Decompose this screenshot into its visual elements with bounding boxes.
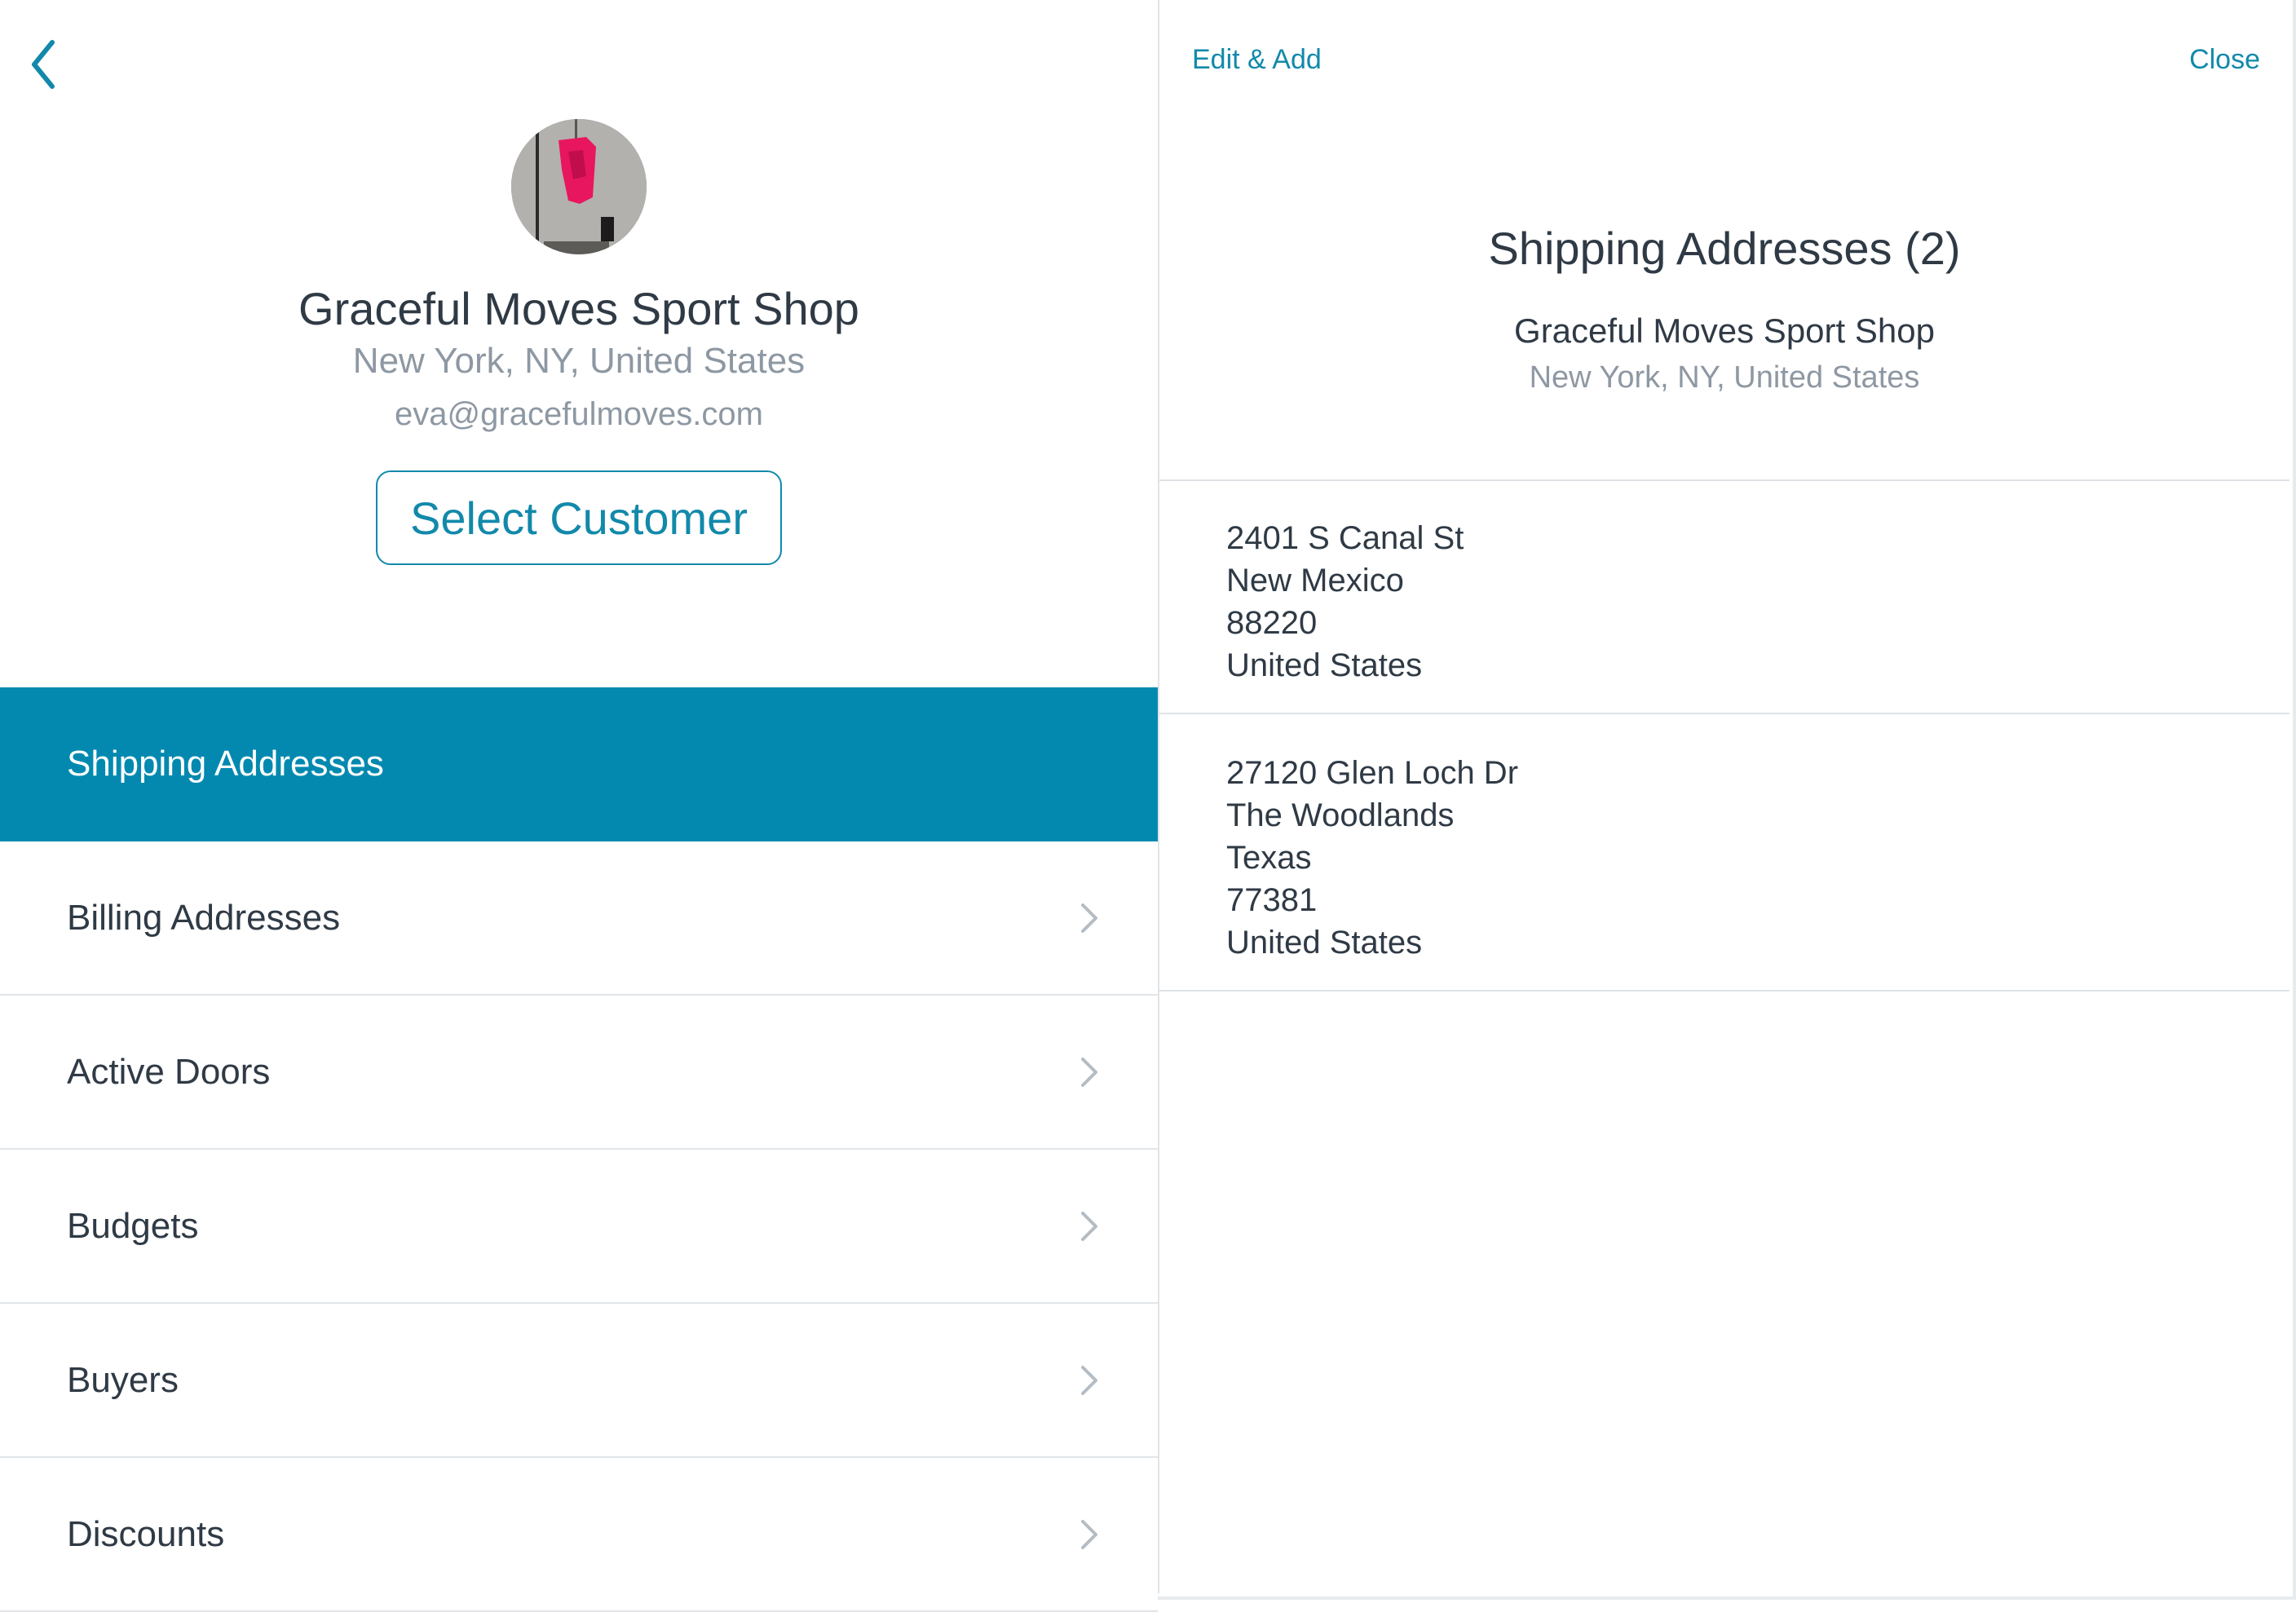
address-item[interactable]: 27120 Glen Loch Dr The Woodlands Texas 7… xyxy=(1159,716,2289,991)
customer-menu: Shipping Addresses Billing Addresses Act… xyxy=(0,687,1158,1612)
address-line: United States xyxy=(1226,925,1423,961)
customer-location: New York, NY, United States xyxy=(352,341,806,381)
pane-title: Shipping Addresses (2) xyxy=(1488,223,1961,274)
edit-add-button[interactable]: Edit & Add xyxy=(1192,44,1322,76)
chevron-right-icon xyxy=(1081,1058,1097,1087)
menu-item-discounts[interactable]: Discounts xyxy=(0,1458,1158,1612)
address-line: United States xyxy=(1226,647,1423,683)
chevron-right-icon xyxy=(1081,1212,1097,1241)
address-line: 2401 S Canal St xyxy=(1226,520,1464,556)
address-line: 27120 Glen Loch Dr xyxy=(1226,755,1519,791)
menu-item-budgets[interactable]: Budgets xyxy=(0,1150,1158,1304)
shipping-addresses-pane: Edit & Add Close Shipping Addresses (2) … xyxy=(1159,0,2289,1593)
menu-item-label: Buyers xyxy=(67,1360,179,1400)
menu-item-shipping-addresses[interactable]: Shipping Addresses xyxy=(0,687,1158,841)
address-line: 77381 xyxy=(1226,882,1318,918)
app-window: Graceful Moves Sport Shop New York, NY, … xyxy=(0,0,2296,1612)
menu-item-label: Active Doors xyxy=(67,1052,271,1092)
menu-item-buyers[interactable]: Buyers xyxy=(0,1304,1158,1458)
menu-item-label: Discounts xyxy=(67,1514,225,1554)
address-line: Texas xyxy=(1226,840,1312,876)
menu-item-label: Budgets xyxy=(67,1206,199,1246)
chevron-left-icon xyxy=(32,40,55,89)
customer-email: eva@gracefulmoves.com xyxy=(395,396,763,432)
chevron-right-icon xyxy=(1081,1520,1097,1549)
pane-customer-location: New York, NY, United States xyxy=(1529,360,1920,395)
customer-pane: Graceful Moves Sport Shop New York, NY, … xyxy=(0,0,1159,1612)
chevron-right-icon xyxy=(1081,1366,1097,1395)
address-line: New Mexico xyxy=(1226,563,1404,598)
address-line: 88220 xyxy=(1226,605,1318,641)
customer-name: Graceful Moves Sport Shop xyxy=(298,283,859,334)
customer-avatar xyxy=(511,119,647,254)
menu-item-label: Billing Addresses xyxy=(67,898,341,938)
address-line: The Woodlands xyxy=(1226,797,1455,833)
close-button[interactable]: Close xyxy=(2189,44,2260,76)
address-item[interactable]: 2401 S Canal St New Mexico 88220 United … xyxy=(1159,481,2289,714)
pane-customer-name: Graceful Moves Sport Shop xyxy=(1514,311,1935,350)
menu-item-label: Shipping Addresses xyxy=(67,744,384,784)
back-button[interactable] xyxy=(28,38,60,91)
menu-item-active-doors[interactable]: Active Doors xyxy=(0,996,1158,1150)
chevron-right-icon xyxy=(1081,903,1097,933)
menu-item-billing-addresses[interactable]: Billing Addresses xyxy=(0,841,1158,996)
select-customer-button[interactable]: Select Customer xyxy=(376,470,782,565)
